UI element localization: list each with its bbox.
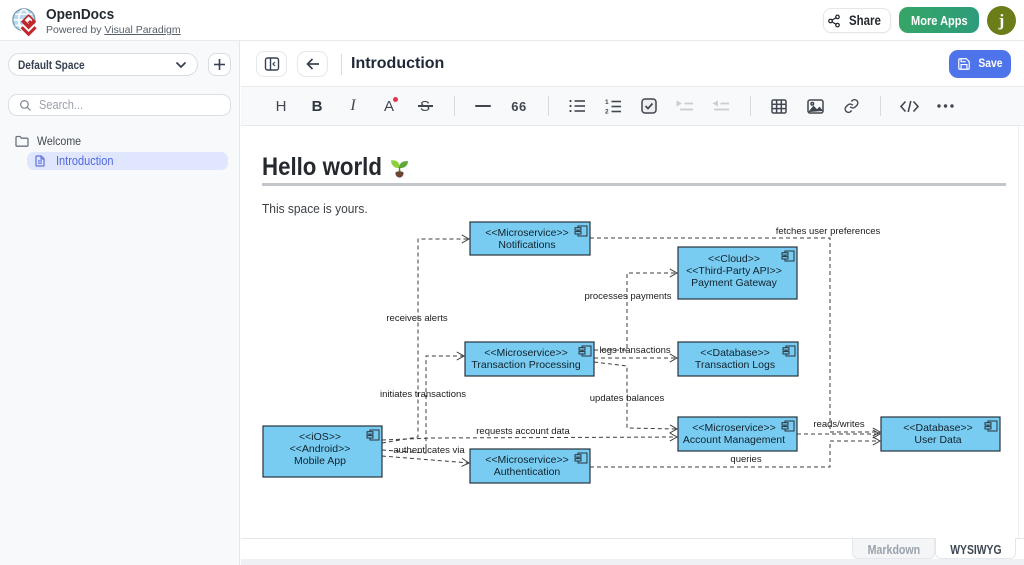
svg-text:authenticates via: authenticates via <box>393 445 465 456</box>
svg-text:<<Microservice>>: <<Microservice>> <box>485 454 568 466</box>
svg-text:Notifications: Notifications <box>498 239 555 251</box>
svg-text:<<Microservice>>: <<Microservice>> <box>485 227 568 239</box>
svg-text:1: 1 <box>605 99 609 106</box>
svg-text:processes payments: processes payments <box>584 291 671 302</box>
svg-text:<<Third-Party API>>: <<Third-Party API>> <box>686 265 782 277</box>
svg-text:updates balances: updates balances <box>590 393 665 404</box>
svg-text:2: 2 <box>605 108 609 114</box>
svg-text:receives alerts: receives alerts <box>386 313 447 324</box>
svg-text:Transaction Logs: Transaction Logs <box>695 359 775 371</box>
svg-text:fetches user preferences: fetches user preferences <box>776 226 881 237</box>
svg-text:<<Database>>: <<Database>> <box>700 347 769 359</box>
svg-text:Transaction Processing: Transaction Processing <box>471 359 580 371</box>
svg-text:Authentication: Authentication <box>494 466 561 478</box>
svg-text:Mobile App: Mobile App <box>294 455 346 467</box>
svg-text:User Data: User Data <box>914 434 961 446</box>
svg-text:<<Microservice>>: <<Microservice>> <box>692 422 775 434</box>
svg-text:<<Microservice>>: <<Microservice>> <box>484 347 567 359</box>
svg-text:Account Management: Account Management <box>683 434 785 446</box>
svg-text:queries: queries <box>730 454 761 465</box>
svg-text:<<Cloud>>: <<Cloud>> <box>708 253 760 265</box>
svg-text:Payment Gateway: Payment Gateway <box>691 277 778 289</box>
svg-text:initiates transactions: initiates transactions <box>380 389 466 400</box>
svg-text:<<iOS>>: <<iOS>> <box>299 431 341 443</box>
svg-text:<<Android>>: <<Android>> <box>290 443 351 455</box>
svg-text:requests account data: requests account data <box>476 426 570 437</box>
svg-text:logs transactions: logs transactions <box>599 345 671 356</box>
svg-text:reads/writes: reads/writes <box>813 419 864 430</box>
svg-text:<<Database>>: <<Database>> <box>903 422 972 434</box>
